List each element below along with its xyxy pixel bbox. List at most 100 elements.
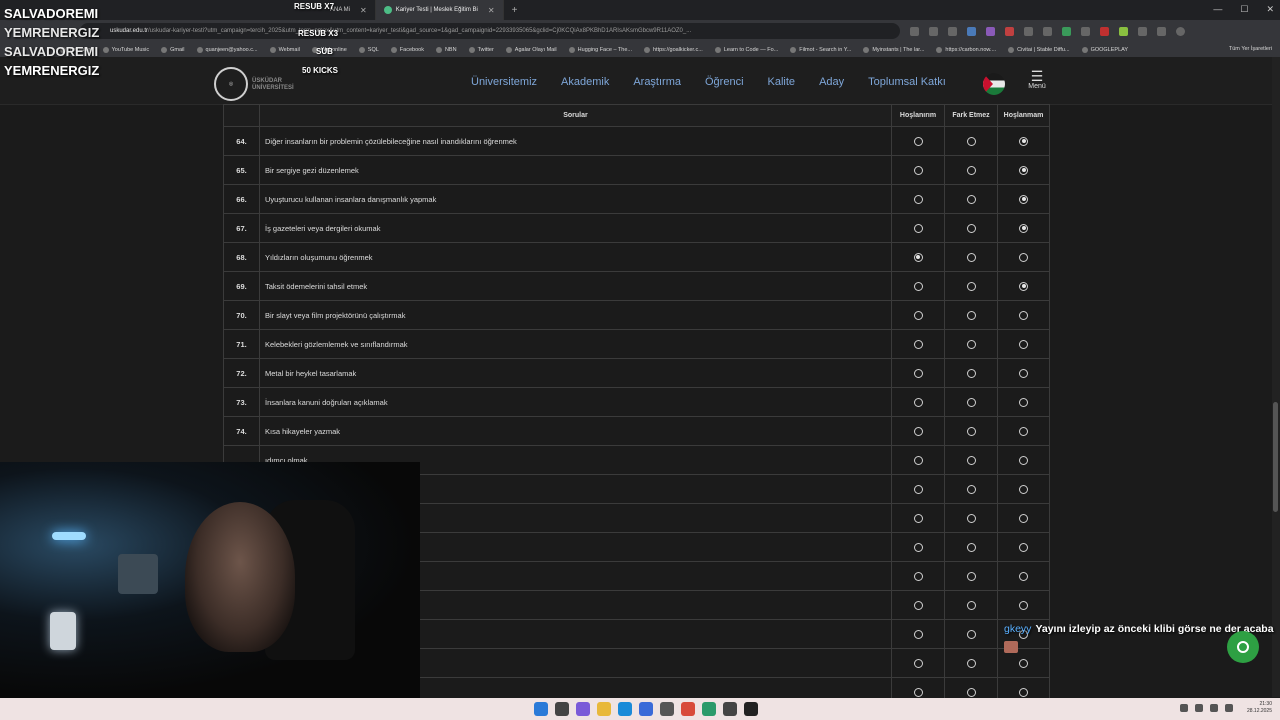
- radio-button[interactable]: [913, 513, 923, 523]
- store-icon[interactable]: [639, 702, 653, 716]
- app-icon[interactable]: [702, 702, 716, 716]
- radio-button[interactable]: [966, 542, 976, 552]
- radio-button[interactable]: [1019, 368, 1028, 378]
- radio-button[interactable]: [966, 368, 976, 378]
- radio-button[interactable]: [966, 136, 976, 146]
- chevron-up-icon[interactable]: [1180, 704, 1188, 712]
- bookmark[interactable]: Gmail: [161, 46, 185, 53]
- radio-button[interactable]: [966, 600, 976, 610]
- radio-button[interactable]: [1019, 542, 1028, 552]
- radio-button[interactable]: [1019, 600, 1028, 610]
- radio-button[interactable]: [1019, 513, 1028, 523]
- tab-close-icon[interactable]: ✕: [488, 6, 495, 15]
- search-icon[interactable]: [555, 702, 569, 716]
- extension-icon[interactable]: [1062, 26, 1071, 36]
- battery-icon[interactable]: [1225, 704, 1233, 712]
- radio-button[interactable]: [1019, 397, 1028, 407]
- bookmark[interactable]: Webmail: [269, 46, 300, 53]
- radio-button[interactable]: [913, 136, 923, 146]
- bookmark[interactable]: Facebook: [390, 46, 424, 53]
- radio-button[interactable]: [966, 194, 976, 204]
- nav-item-aday[interactable]: Aday: [819, 76, 844, 88]
- radio-button[interactable]: [966, 426, 976, 436]
- radio-button[interactable]: [966, 397, 976, 407]
- bookmark[interactable]: Civitai | Stable Diffu...: [1008, 46, 1070, 53]
- clock[interactable]: 21:30 28.12.2025: [1247, 701, 1272, 715]
- all-bookmarks[interactable]: Tüm Yer İşaretleri: [1229, 46, 1272, 52]
- bookmark[interactable]: Filmot - Search in Y...: [790, 46, 851, 53]
- radio-button[interactable]: [966, 281, 976, 291]
- radio-button[interactable]: [1019, 136, 1028, 146]
- radio-button[interactable]: [1019, 571, 1028, 581]
- puzzle-icon[interactable]: [1138, 26, 1147, 36]
- radio-button[interactable]: [913, 223, 923, 233]
- radio-button[interactable]: [913, 165, 923, 175]
- bookmark[interactable]: https://goalkicker.c...: [644, 46, 703, 53]
- bookmark[interactable]: Learn to Code — Fo...: [714, 46, 778, 53]
- radio-button[interactable]: [1019, 687, 1028, 697]
- radio-button[interactable]: [1019, 310, 1028, 320]
- extension-icon[interactable]: [1024, 26, 1033, 36]
- radio-button[interactable]: [913, 339, 923, 349]
- radio-button[interactable]: [966, 252, 976, 262]
- radio-button[interactable]: [966, 484, 976, 494]
- bookmark[interactable]: SQL: [358, 46, 379, 53]
- radio-button[interactable]: [966, 455, 976, 465]
- star-icon[interactable]: [948, 26, 957, 36]
- radio-button[interactable]: [1019, 194, 1028, 204]
- share-icon[interactable]: [929, 26, 938, 36]
- radio-button[interactable]: [913, 484, 923, 494]
- obs-icon[interactable]: [744, 702, 758, 716]
- nav-item-kalite[interactable]: Kalite: [768, 76, 796, 88]
- nav-item-akademik[interactable]: Akademik: [561, 76, 609, 88]
- minimize-icon[interactable]: —: [1213, 4, 1222, 15]
- radio-button[interactable]: [913, 571, 923, 581]
- radio-button[interactable]: [913, 687, 923, 697]
- zoom-icon[interactable]: [910, 26, 919, 36]
- close-window-icon[interactable]: ✕: [1266, 4, 1274, 15]
- nav-item-toplumsal-katki[interactable]: Toplumsal Katkı: [868, 76, 946, 88]
- bookmark[interactable]: GOOGLEPLAY: [1081, 46, 1128, 53]
- start-icon[interactable]: [534, 702, 548, 716]
- bookmark[interactable]: NBN: [435, 46, 457, 53]
- language-flag-icon[interactable]: [983, 73, 1005, 95]
- radio-button[interactable]: [1019, 484, 1028, 494]
- volume-icon[interactable]: [1210, 704, 1218, 712]
- radio-button[interactable]: [966, 571, 976, 581]
- scrollbar-thumb[interactable]: [1273, 402, 1278, 512]
- bookmark[interactable]: Myinstants | The lar...: [863, 46, 924, 53]
- radio-button[interactable]: [966, 310, 976, 320]
- radio-button[interactable]: [913, 310, 923, 320]
- extension-icon[interactable]: [1043, 26, 1052, 36]
- page-scrollbar[interactable]: [1272, 57, 1280, 697]
- nav-item-arastirma[interactable]: Araştırma: [633, 76, 681, 88]
- folder-icon[interactable]: [597, 702, 611, 716]
- radio-button[interactable]: [966, 223, 976, 233]
- menu-button[interactable]: ☰ Menü: [1026, 69, 1048, 90]
- extension-icon[interactable]: [986, 26, 995, 36]
- radio-button[interactable]: [1019, 281, 1028, 291]
- radio-button[interactable]: [913, 281, 923, 291]
- radio-button[interactable]: [913, 397, 923, 407]
- radio-button[interactable]: [913, 426, 923, 436]
- radio-button[interactable]: [1019, 223, 1028, 233]
- app-icon[interactable]: [660, 702, 674, 716]
- wifi-icon[interactable]: [1195, 704, 1203, 712]
- radio-button[interactable]: [966, 339, 976, 349]
- radio-button[interactable]: [913, 194, 923, 204]
- radio-button[interactable]: [966, 658, 976, 668]
- profile-icon[interactable]: [1176, 26, 1185, 36]
- radio-button[interactable]: [913, 542, 923, 552]
- chat-bubble-button[interactable]: [1227, 631, 1259, 663]
- radio-button[interactable]: [913, 658, 923, 668]
- radio-button[interactable]: [966, 165, 976, 175]
- extension-icon[interactable]: [1119, 26, 1128, 36]
- nav-item-universitemiz[interactable]: Üniversitemiz: [471, 76, 537, 88]
- bookmark[interactable]: https://carbon.now....: [936, 46, 996, 53]
- new-tab-icon[interactable]: +: [504, 5, 526, 16]
- radio-button[interactable]: [1019, 165, 1028, 175]
- nav-item-ogrenci[interactable]: Öğrenci: [705, 76, 744, 88]
- radio-button[interactable]: [913, 368, 923, 378]
- url-field[interactable]: uskudar.edu.tr /uskudar-kariyer-testi?ut…: [80, 23, 900, 39]
- radio-button[interactable]: [913, 455, 923, 465]
